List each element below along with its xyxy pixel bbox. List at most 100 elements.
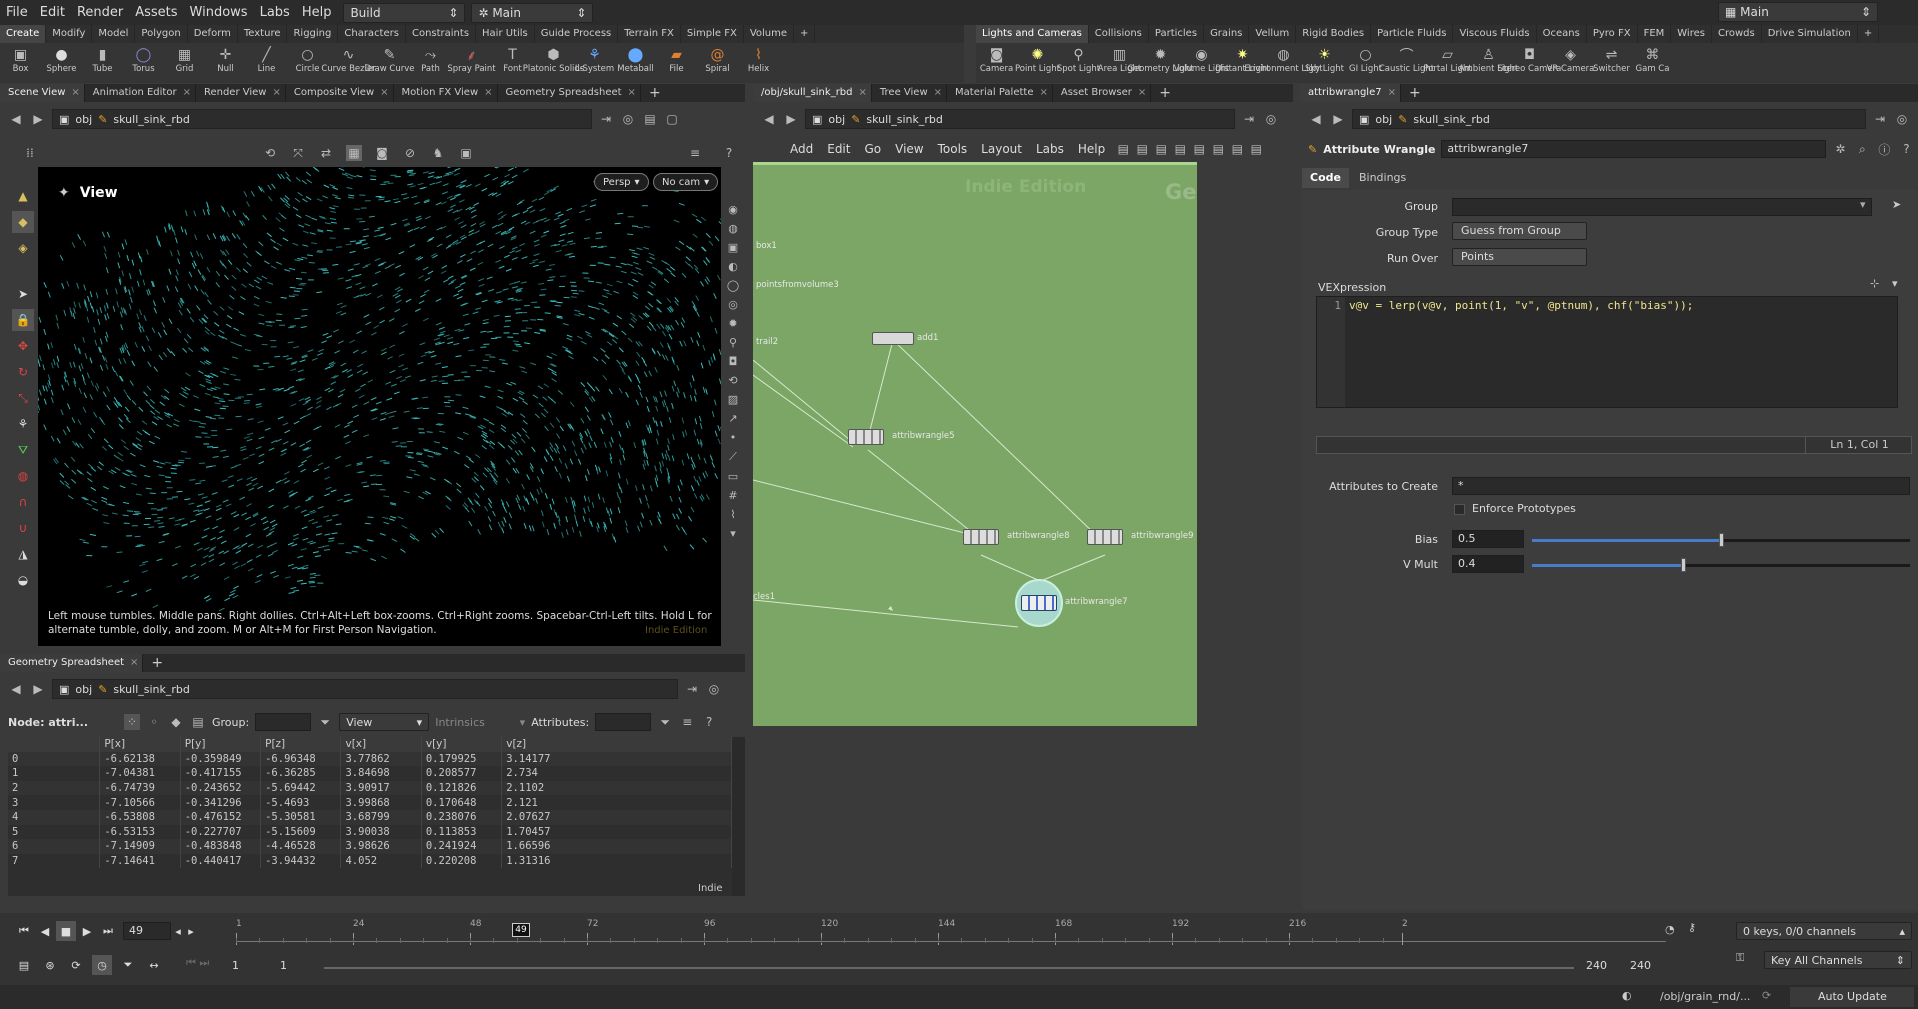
close-icon[interactable]: × <box>1039 84 1047 102</box>
column-header[interactable] <box>8 737 101 752</box>
node-attribwrangle8[interactable] <box>963 529 999 545</box>
shelf_right-tool-7[interactable]: ◍ Environment Light <box>1244 43 1322 83</box>
spreadsheet-table[interactable]: P[x] P[y] P[z] v[x] v[y] v[z] 0 -6.62138 -0.3598… <box>8 737 732 896</box>
maximize-icon[interactable]: ▢ <box>664 111 680 127</box>
key-all-dropdown[interactable]: Key All Channels ⇕ <box>1764 951 1912 969</box>
network-menu-7[interactable]: Help <box>1071 142 1112 156</box>
network-tab-2[interactable]: Material Palette × <box>947 84 1053 102</box>
select-mode-icon[interactable]: ⟲ <box>262 145 278 161</box>
jump-end-icon[interactable]: ⏭ <box>98 921 118 941</box>
reset-icon[interactable]: ⟲ <box>728 374 737 387</box>
numbers-icon[interactable]: # <box>728 489 737 502</box>
help-icon[interactable]: ? <box>721 145 737 161</box>
network-menu-6[interactable]: Labs <box>1029 142 1071 156</box>
node-add1[interactable] <box>872 332 914 345</box>
path-breadcrumb[interactable]: ▣ obj ✎ skull_sink_rbd <box>805 109 1235 129</box>
shelf-right-tab-10[interactable]: FEM <box>1638 25 1672 43</box>
shelf-right-tab-9[interactable]: Pyro FX <box>1587 25 1638 43</box>
keyframe-icon[interactable]: ⚷ <box>1688 921 1712 941</box>
shelf-left-tab-4[interactable]: Deform <box>188 25 238 43</box>
scroll-down-icon[interactable]: ▾ <box>730 527 736 540</box>
filter-icon[interactable]: ⏷ <box>657 714 673 730</box>
wire-icon[interactable]: ◯ <box>727 279 739 292</box>
status-path[interactable]: /obj/grain_rnd/... <box>1660 990 1750 1003</box>
column-header[interactable]: P[y] <box>180 737 262 752</box>
network-tab-1[interactable]: Tree View × <box>872 84 948 102</box>
column-header[interactable]: v[x] <box>340 737 422 752</box>
frame-field[interactable]: 49 <box>123 922 171 940</box>
record-icon[interactable]: ⊘ <box>402 145 418 161</box>
shelf-left-tab-6[interactable]: Rigging <box>287 25 339 43</box>
filter-icon[interactable]: ⏷ <box>317 714 333 730</box>
group-type-select[interactable]: Guess from Group <box>1452 222 1587 240</box>
add-shelf-icon[interactable]: + <box>794 25 816 43</box>
back-arrow-icon[interactable]: ◀ <box>761 111 777 127</box>
network-menu-4[interactable]: Tools <box>931 142 975 156</box>
stop-icon[interactable]: ■ <box>56 921 76 941</box>
network-menu-1[interactable]: Edit <box>820 142 857 156</box>
current-frame-marker[interactable]: 49 <box>512 923 530 937</box>
back-arrow-icon[interactable]: ◀ <box>8 111 24 127</box>
shelf-left-tab-3[interactable]: Polygon <box>135 25 188 43</box>
link-icon[interactable]: ◎ <box>1263 111 1279 127</box>
shelf-right-tab-13[interactable]: Drive Simulation <box>1762 25 1858 43</box>
menu-edit[interactable]: Edit <box>34 0 71 25</box>
shelf_left-tool-10[interactable]: ⤳ Path <box>410 43 451 83</box>
snap-grid-icon[interactable]: ∪ <box>12 517 34 539</box>
handle-tool-icon[interactable]: ⚘ <box>12 413 34 435</box>
shelf_right-tool-10[interactable]: ⌒ Caustic Light <box>1379 43 1434 83</box>
node-attribwrangle5[interactable] <box>848 429 884 445</box>
help-icon[interactable]: ? <box>1898 141 1914 157</box>
view-dropdown[interactable]: View ▾ <box>339 713 430 731</box>
desktop-right-dropdown[interactable]: ▦ Main ⇕ <box>1718 2 1878 22</box>
desktop-dropdown[interactable]: Build ⇕ <box>343 2 466 23</box>
vmult-slider[interactable] <box>1532 558 1910 572</box>
shelf_left-tool-4[interactable]: ▦ Grid <box>164 43 205 83</box>
shelf-left-tab-10[interactable]: Guide Process <box>535 25 619 43</box>
close-icon[interactable]: × <box>859 84 867 102</box>
rotate-icon[interactable]: ⇄ <box>318 145 334 161</box>
attributes-field[interactable] <box>595 713 652 731</box>
spreadsheet-scrollbar[interactable] <box>732 737 745 896</box>
keys-channels-dropdown[interactable]: 0 keys, 0/0 channels ▴ <box>1736 922 1912 940</box>
run-over-select[interactable]: Points <box>1452 248 1587 266</box>
pane-tab-5[interactable]: Geometry Spreadsheet × <box>498 84 641 102</box>
play-icon[interactable]: ▶ <box>77 921 97 941</box>
arrow-select-icon[interactable]: ➤ <box>12 283 34 305</box>
shelf_left-tool-0[interactable]: ▣ Box <box>0 43 41 83</box>
menu-file[interactable]: File <box>0 0 34 25</box>
select-tool-icon[interactable]: ▲ <box>12 185 34 207</box>
shelf_right-tool-8[interactable]: ☀ Sky Light <box>1304 43 1345 83</box>
detail-mode-icon[interactable]: ▤ <box>190 714 206 730</box>
refresh-icon[interactable]: ⟳ <box>1762 989 1771 1002</box>
points-mode-icon[interactable]: ⁘ <box>124 714 140 730</box>
render-tool-icon[interactable]: ◒ <box>12 569 34 591</box>
vex-editor[interactable]: 1 v@v = lerp(v@v, point(1, "v", @ptnum),… <box>1316 296 1898 408</box>
shelf-right-tab-5[interactable]: Rigid Bodies <box>1296 25 1372 43</box>
shelf-left-tab-7[interactable]: Characters <box>338 25 406 43</box>
shelf-left-tab-12[interactable]: Simple FX <box>681 25 744 43</box>
network-menu-5[interactable]: Layout <box>974 142 1029 156</box>
range-slider[interactable] <box>324 967 1574 969</box>
network-menu-2[interactable]: Go <box>857 142 888 156</box>
table-row[interactable]: 0 -6.62138 -0.359849 -6.96348 3.77862 0.17992… <box>8 751 732 767</box>
persp-menu[interactable]: Persp ▾ <box>594 173 649 191</box>
help-icon[interactable]: ? <box>701 714 717 730</box>
shelf_right-tool-9[interactable]: ○ GI Light <box>1345 43 1386 83</box>
chevron-down-icon[interactable]: ▾ <box>1892 277 1898 290</box>
shelf_left-tool-17[interactable]: @ Spiral <box>697 43 738 83</box>
auto-update-button[interactable]: Auto Update <box>1790 987 1914 1007</box>
shelf-right-tab-3[interactable]: Grains <box>1204 25 1250 43</box>
search-icon[interactable]: ⌕ <box>1854 141 1870 157</box>
point-num-icon[interactable]: • <box>730 431 737 444</box>
bias-field[interactable]: 0.5 <box>1452 530 1524 548</box>
list-icon[interactable]: ▤ <box>1153 141 1169 157</box>
intrinsics-dropdown[interactable]: Intrinsics ▾ <box>435 716 525 729</box>
add-tab-icon[interactable]: + <box>143 655 163 671</box>
shelf_right-tool-4[interactable]: ✹ Geometry Light <box>1127 43 1193 83</box>
close-icon[interactable]: × <box>71 84 79 102</box>
vex-tools-icon[interactable]: ⊹ <box>1870 277 1879 290</box>
shelf-left-tab-1[interactable]: Modify <box>46 25 93 43</box>
close-icon[interactable]: × <box>1388 84 1396 102</box>
node-name-field[interactable]: attribwrangle7 <box>1441 140 1827 158</box>
